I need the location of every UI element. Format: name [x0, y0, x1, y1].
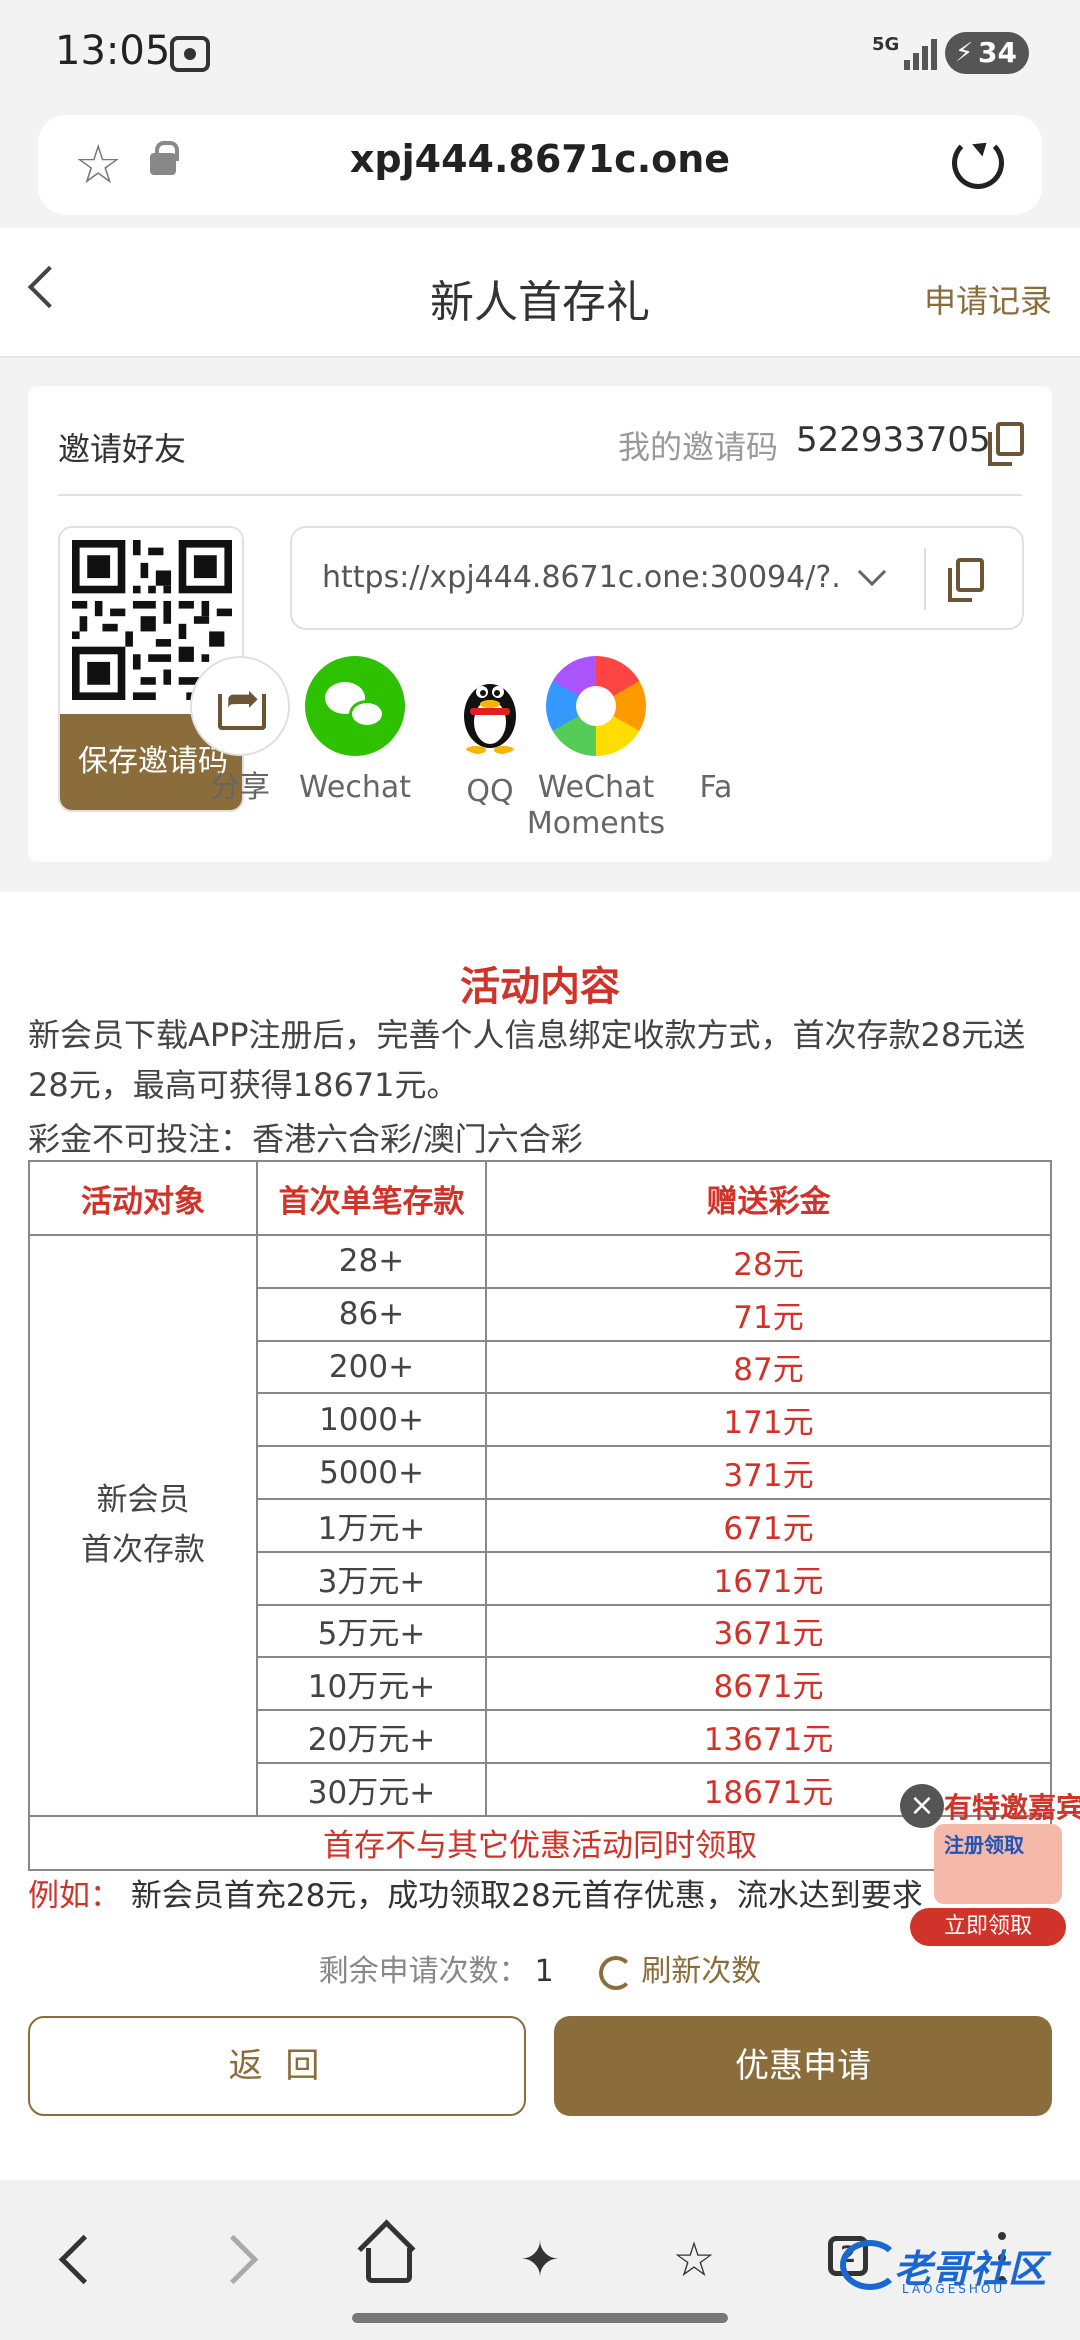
- share-option-share[interactable]: 分享: [190, 656, 290, 806]
- deposit-cell: 28+: [256, 1234, 487, 1289]
- target-group-line: 首次存款: [81, 1532, 205, 1569]
- target-group-cell: 新会员 首次存款: [28, 1234, 258, 1817]
- share-option-wechat[interactable]: Wechat: [290, 656, 420, 806]
- example-line: 例如： 新会员首充28元，成功领取28元首存优惠，流水达到要求: [28, 1870, 1028, 1915]
- action-area: 剩余申请次数： 1 刷新次数 返 回 优惠申请: [0, 1912, 1080, 2182]
- bonus-cell: 671元: [485, 1497, 1052, 1553]
- column-header: 赠送彩金: [485, 1160, 1052, 1236]
- target-group-line: 新会员: [96, 1482, 190, 1519]
- bonus-cell: 171元: [485, 1392, 1052, 1448]
- promo-headline[interactable]: 有特邀嘉宾: [944, 1786, 1080, 1826]
- bookmarks-icon[interactable]: ☆: [654, 2220, 734, 2300]
- address-bar[interactable]: ☆ xpj444.8671c.one: [38, 115, 1042, 215]
- nav-forward-icon[interactable]: [196, 2220, 276, 2300]
- copy-link-icon[interactable]: [948, 558, 984, 602]
- activity-title: 活动内容: [460, 964, 620, 1010]
- network-label: 5G: [872, 34, 900, 55]
- share-label: 分享: [210, 770, 270, 805]
- status-time: 13:05: [55, 28, 171, 74]
- home-icon[interactable]: [346, 2220, 426, 2300]
- example-label: 例如：: [28, 1878, 121, 1914]
- floating-promo[interactable]: × 有特邀嘉宾 注册领取 立即领取: [900, 1780, 1080, 1950]
- deposit-cell: 20万元+: [256, 1709, 487, 1764]
- watermark-icon: [840, 2240, 900, 2290]
- apply-record-link[interactable]: 申请记录: [924, 276, 1052, 322]
- bonus-cell: 8671元: [485, 1656, 1052, 1712]
- facebook-label: Fa: [699, 770, 733, 805]
- bonus-table: 活动对象 首次单笔存款 赠送彩金 新会员 首次存款 28+ 28元 86+ 71元…: [28, 1160, 1052, 1871]
- back-button[interactable]: 返 回: [28, 2016, 526, 2116]
- watermark-logo: 老哥社区 LAOGESHOU: [840, 2232, 1070, 2302]
- bonus-cell: 13671元: [485, 1709, 1052, 1764]
- deposit-cell: 5000+: [256, 1445, 487, 1500]
- table-footnote: 首存不与其它优惠活动同时领取: [28, 1814, 1052, 1871]
- nav-back-icon[interactable]: [40, 2220, 120, 2300]
- deposit-cell: 3万元+: [256, 1550, 487, 1606]
- wechat-icon[interactable]: [305, 656, 405, 756]
- deposit-cell: 86+: [256, 1286, 487, 1342]
- divider: [924, 548, 926, 610]
- page-header: 新人首存礼 申请记录: [0, 228, 1080, 358]
- invite-link-box[interactable]: https://xpj444.8671c.one:30094/?...: [290, 526, 1024, 630]
- battery-indicator: ⚡ 34: [945, 32, 1029, 74]
- sparkle-icon[interactable]: ✦: [500, 2220, 580, 2300]
- deposit-cell: 5万元+: [256, 1603, 487, 1659]
- moments-label: WeChat Moments: [526, 770, 666, 841]
- bonus-cell: 71元: [485, 1286, 1052, 1342]
- remaining-label: 剩余申请次数：: [318, 1954, 529, 1989]
- wechat-label: Wechat: [298, 770, 412, 805]
- status-bar: 13:05 5G ⚡ 34: [0, 0, 1080, 112]
- column-header: 首次单笔存款: [256, 1160, 487, 1236]
- deposit-cell: 30万元+: [256, 1761, 487, 1817]
- invite-card: 邀请好友 我的邀请码 522933705 保存邀请码 https://xpj44…: [28, 386, 1052, 862]
- chevron-down-icon[interactable]: [857, 557, 887, 587]
- battery-level: 34: [978, 36, 1017, 69]
- share-option-facebook[interactable]: Fa: [686, 656, 746, 806]
- table-footnote-row: 首存不与其它优惠活动同时领取: [28, 1814, 1052, 1871]
- signal-icon: [904, 36, 940, 70]
- example-text: 新会员首充28元，成功领取28元首存优惠，流水达到要求: [130, 1878, 923, 1914]
- copy-code-icon[interactable]: [988, 422, 1024, 466]
- url-text[interactable]: xpj444.8671c.one: [38, 137, 1042, 181]
- facebook-icon[interactable]: [686, 656, 746, 756]
- remaining-row: 剩余申请次数： 1 刷新次数: [0, 1946, 1080, 1990]
- deposit-cell: 10万元+: [256, 1656, 487, 1712]
- invite-title: 邀请好友: [58, 430, 187, 468]
- invite-code-value: 522933705: [796, 420, 991, 460]
- deposit-cell: 200+: [256, 1339, 487, 1395]
- promo-card-text: 注册领取: [944, 1833, 1024, 1857]
- moments-icon[interactable]: [546, 656, 646, 756]
- deposit-cell: 1万元+: [256, 1497, 487, 1553]
- divider: [58, 494, 1022, 496]
- close-icon[interactable]: ×: [900, 1784, 944, 1828]
- refresh-count-link[interactable]: 刷新次数: [641, 1954, 761, 1989]
- table-row: 新会员 首次存款 28+ 28元: [28, 1234, 1052, 1817]
- watermark-subtext: LAOGESHOU: [902, 2282, 1006, 2296]
- invite-link-text[interactable]: https://xpj444.8671c.one:30094/?...: [322, 560, 842, 595]
- column-header: 活动对象: [28, 1160, 258, 1236]
- promo-card[interactable]: 注册领取: [934, 1824, 1062, 1904]
- refresh-icon[interactable]: [599, 1955, 634, 1990]
- bonus-cell: 1671元: [485, 1550, 1052, 1606]
- bonus-cell: 371元: [485, 1445, 1052, 1500]
- share-icon[interactable]: [190, 656, 290, 756]
- charging-icon: ⚡: [955, 38, 974, 68]
- reload-icon[interactable]: [952, 137, 1004, 189]
- bonus-cell: 3671元: [485, 1603, 1052, 1659]
- deposit-cell: 1000+: [256, 1392, 487, 1448]
- share-option-moments[interactable]: WeChat Moments: [506, 656, 686, 842]
- home-indicator[interactable]: [352, 2313, 728, 2323]
- remaining-count: 1: [534, 1954, 554, 1989]
- activity-section: 活动内容 新会员下载APP注册后，完善个人信息绑定收款方式，首次存款28元送28…: [0, 892, 1080, 1915]
- promo-claim-button[interactable]: 立即领取: [910, 1908, 1066, 1946]
- activity-description: 新会员下载APP注册后，完善个人信息绑定收款方式，首次存款28元送28元，最高可…: [28, 1016, 1026, 1104]
- screenshot-icon: [170, 36, 210, 72]
- apply-button[interactable]: 优惠申请: [554, 2016, 1052, 2116]
- activity-note: 彩金不可投注：香港六合彩/澳门六合彩: [28, 1120, 583, 1158]
- invite-code-label: 我的邀请码: [618, 428, 779, 466]
- bonus-cell: 28元: [485, 1234, 1052, 1289]
- bonus-cell: 87元: [485, 1339, 1052, 1395]
- page-title: 新人首存礼: [430, 277, 650, 328]
